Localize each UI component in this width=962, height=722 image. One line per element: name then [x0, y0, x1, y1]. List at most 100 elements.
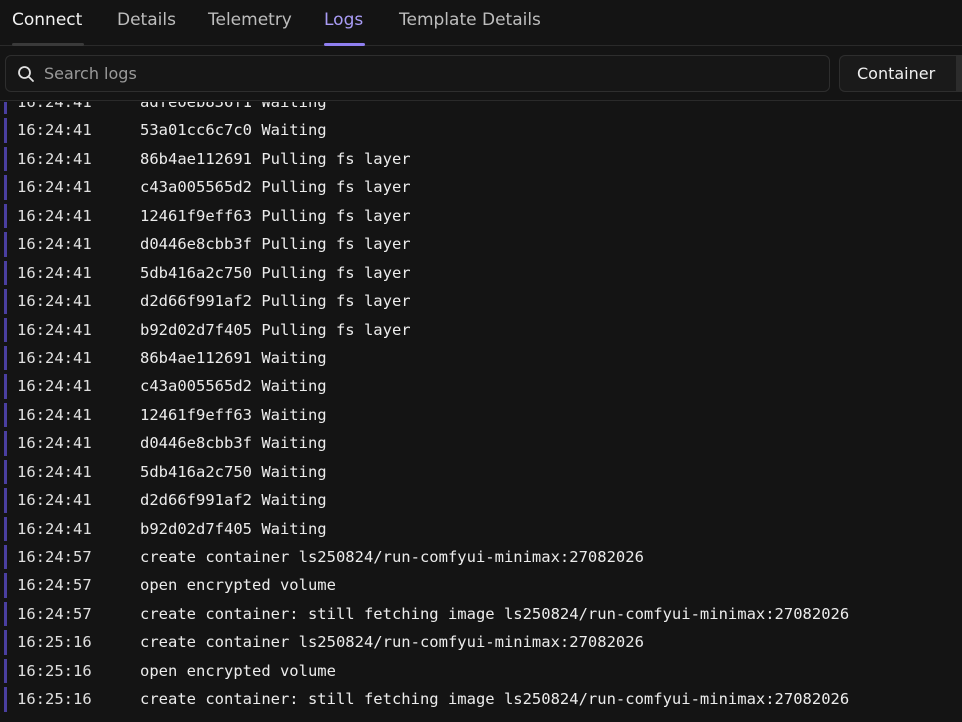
log-timestamp: 16:25:16 — [17, 661, 92, 680]
log-message: 12461f9eff63 Pulling fs layer — [140, 206, 411, 225]
tab-template-details-label: Template Details — [399, 10, 541, 30]
log-level-bar — [4, 175, 7, 200]
log-message: 86b4ae112691 Waiting — [140, 348, 327, 367]
log-message: 5db416a2c750 Waiting — [140, 462, 327, 481]
tab-logs-underline — [324, 43, 365, 46]
log-level-bar — [4, 289, 7, 314]
log-timestamp: 16:24:41 — [17, 206, 92, 225]
tab-template-details[interactable]: Template Details — [399, 10, 541, 46]
log-message: create container ls250824/run-comfyui-mi… — [140, 548, 644, 566]
log-timestamp: 16:24:41 — [17, 149, 92, 168]
log-level-bar — [4, 146, 7, 172]
log-level-bar — [4, 374, 7, 399]
log-timestamp: 16:24:41 — [17, 235, 92, 254]
log-row: 16:24:41 5db416a2c750 Pulling fs layer — [0, 259, 962, 287]
log-level-bar — [4, 488, 7, 513]
search-box[interactable] — [5, 55, 830, 92]
log-level-bar — [4, 118, 7, 143]
log-level-bar — [4, 545, 7, 570]
log-timestamp: 16:24:41 — [17, 348, 92, 367]
log-timestamp: 16:24:41 — [17, 405, 92, 424]
log-row: 16:24:41 d0446e8cbb3f Pulling fs layer — [0, 230, 962, 258]
log-row: 16:24:41 d2d66f991af2 Waiting — [0, 486, 962, 514]
log-row: 16:24:41 12461f9eff63 Pulling fs layer — [0, 202, 962, 230]
log-message: 5db416a2c750 Pulling fs layer — [140, 263, 411, 282]
log-timestamp: 16:24:41 — [17, 491, 92, 510]
log-row: 16:24:57 open encrypted volume — [0, 571, 962, 599]
log-row: 16:24:41 c43a005565d2 Waiting — [0, 372, 962, 400]
log-level-bar — [4, 232, 7, 257]
log-timestamp: 16:24:41 — [17, 519, 92, 538]
log-level-bar — [4, 431, 7, 456]
log-level-bar — [4, 459, 7, 485]
search-input[interactable] — [44, 56, 824, 91]
log-row: 16:24:41 12461f9eff63 Waiting — [0, 401, 962, 429]
log-message: create container: still fetching image l… — [140, 604, 850, 623]
log-timestamp: 16:24:41 — [17, 292, 92, 311]
log-timestamp: 16:24:41 — [17, 121, 92, 140]
log-timestamp: 16:24:41 — [17, 178, 92, 197]
log-message: d2d66f991af2 Pulling fs layer — [140, 292, 411, 311]
log-timestamp: 16:24:57 — [17, 548, 92, 566]
log-message: d0446e8cbb3f Pulling fs layer — [140, 235, 411, 254]
tab-connect-underline — [12, 43, 84, 46]
log-timestamp: 16:24:57 — [17, 604, 92, 623]
container-select-button[interactable]: Container — [839, 55, 962, 92]
log-timestamp: 16:25:16 — [17, 690, 92, 709]
log-level-bar — [4, 516, 7, 541]
log-level-bar — [4, 102, 7, 115]
log-message: 12461f9eff63 Waiting — [140, 405, 327, 424]
tab-logs-label: Logs — [324, 10, 364, 30]
log-row: 16:24:57 create container: still fetching… — [0, 600, 962, 628]
log-message: 86b4ae112691 Pulling fs layer — [140, 149, 411, 168]
log-timestamp: 16:24:41 — [17, 263, 92, 282]
log-timestamp: 16:25:16 — [17, 633, 92, 652]
log-row: 16:24:57 create container ls250824/run-co… — [0, 543, 962, 571]
log-message: open encrypted volume — [140, 661, 336, 680]
log-row: 16:24:41 b92d02d7f405 Waiting — [0, 515, 962, 543]
tab-telemetry[interactable]: Telemetry — [208, 10, 292, 46]
log-row: 16:24:41 86b4ae112691 Pulling fs layer — [0, 145, 962, 173]
log-timestamp: 16:24:41 — [17, 102, 92, 111]
log-row: 16:25:16 create container: still fetching… — [0, 685, 962, 713]
log-list: 16:24:41 adfe0eb836f1 Waiting 16:24:41 53a0… — [0, 102, 962, 714]
log-row: 16:25:16 create container ls250824/run-co… — [0, 628, 962, 656]
container-select-edge — [956, 56, 962, 91]
tab-details-label: Details — [117, 10, 176, 30]
log-message: b92d02d7f405 Pulling fs layer — [140, 320, 411, 339]
log-level-bar — [4, 573, 7, 598]
log-message: b92d02d7f405 Waiting — [140, 519, 327, 538]
tab-connect[interactable]: Connect — [12, 10, 84, 46]
log-row: 16:24:41 b92d02d7f405 Pulling fs layer — [0, 316, 962, 344]
log-timestamp: 16:24:41 — [17, 434, 92, 453]
log-message: 53a01cc6c7c0 Waiting — [140, 121, 327, 140]
log-row: 16:24:41 5db416a2c750 Waiting — [0, 458, 962, 486]
log-row: 16:24:41 adfe0eb836f1 Waiting — [0, 102, 962, 116]
tab-telemetry-label: Telemetry — [208, 10, 292, 30]
log-viewer[interactable]: 16:24:41 adfe0eb836f1 Waiting 16:24:41 53a0… — [0, 102, 962, 722]
tab-details[interactable]: Details — [117, 10, 176, 46]
log-level-bar — [4, 317, 7, 342]
log-message: open encrypted volume — [140, 576, 336, 595]
log-row: 16:24:41 c43a005565d2 Pulling fs layer — [0, 173, 962, 201]
log-message: c43a005565d2 Pulling fs layer — [140, 178, 411, 197]
log-level-bar — [4, 630, 7, 655]
log-row: 16:24:41 53a01cc6c7c0 Waiting — [0, 116, 962, 144]
log-row: 16:24:41 d2d66f991af2 Pulling fs layer — [0, 287, 962, 315]
log-row: 16:24:41 86b4ae112691 Waiting — [0, 344, 962, 372]
container-select-label: Container — [857, 64, 936, 83]
log-level-bar — [4, 658, 7, 684]
tab-bar: Connect Details Telemetry Logs Template … — [0, 0, 962, 46]
log-level-bar — [4, 687, 7, 712]
log-message: c43a005565d2 Waiting — [140, 377, 327, 396]
log-timestamp: 16:24:41 — [17, 320, 92, 339]
log-timestamp: 16:24:41 — [17, 377, 92, 396]
log-level-bar — [4, 203, 7, 229]
log-message: adfe0eb836f1 Waiting — [140, 102, 327, 111]
log-row: 16:25:16 open encrypted volume — [0, 657, 962, 685]
tab-logs[interactable]: Logs — [324, 10, 365, 46]
log-toolbar: Container — [0, 47, 962, 101]
tab-connect-label: Connect — [12, 10, 83, 30]
search-icon — [18, 66, 34, 82]
log-message: create container: still fetching image l… — [140, 690, 850, 709]
